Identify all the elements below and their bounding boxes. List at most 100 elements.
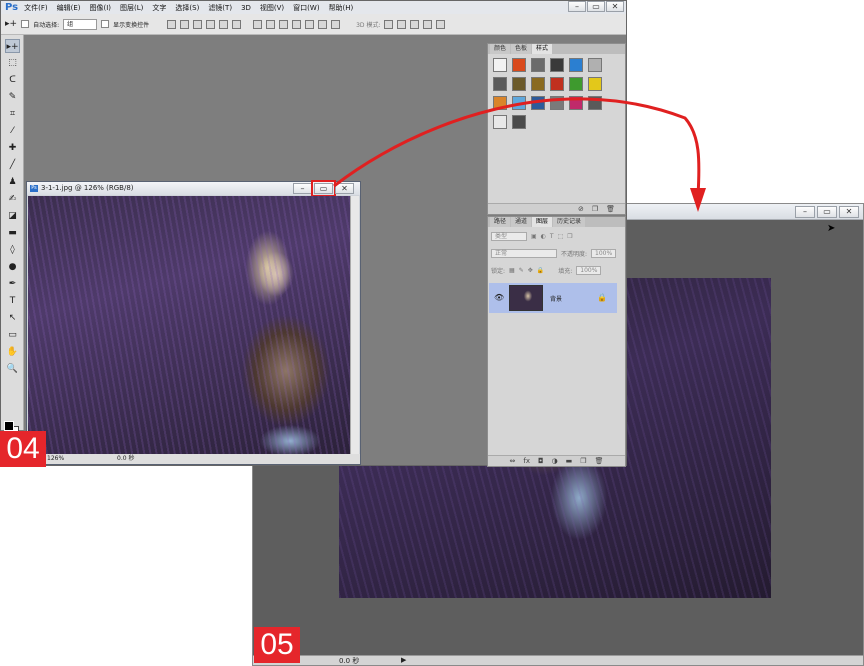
3d-pan-icon[interactable] [410,19,420,29]
vertical-scrollbar[interactable] [350,196,359,456]
menu-type[interactable]: 文字 [152,3,166,13]
layer-row-background[interactable]: 👁 背景 🔒 [489,283,617,313]
move-tool-icon[interactable]: ▸+ [5,39,20,53]
layer-name[interactable]: 背景 [550,294,562,303]
style-swatch[interactable] [569,96,583,110]
brush-tool-icon[interactable]: ╱ [5,158,20,172]
distribute-left-icon[interactable] [292,19,302,29]
fx-icon[interactable]: fx [523,457,530,465]
style-swatch[interactable] [493,115,507,129]
align-bottom-icon[interactable] [193,19,203,29]
zoom-level[interactable]: 126% [47,454,64,464]
style-swatch[interactable] [569,77,583,91]
lock-pixels-icon[interactable]: ✎ [519,267,524,274]
3d-rotate-icon[interactable] [384,19,394,29]
style-swatch[interactable] [588,77,602,91]
style-swatch[interactable] [512,96,526,110]
align-right-icon[interactable] [232,19,242,29]
link-layers-icon[interactable]: ⇔ [510,457,516,465]
zoom-tool-icon[interactable]: 🔍 [5,362,20,376]
menu-help[interactable]: 帮助(H) [329,3,354,13]
menu-window[interactable]: 窗口(W) [293,3,319,13]
style-swatch[interactable] [531,96,545,110]
hand-tool-icon[interactable]: ✋ [5,345,20,359]
menu-3d[interactable]: 3D [241,4,251,12]
shape-tool-icon[interactable]: ▭ [5,328,20,342]
delete-layer-icon[interactable]: 🗑 [595,457,604,465]
style-swatch[interactable] [588,58,602,72]
align-middle-icon[interactable] [180,19,190,29]
doc-minimize-button[interactable]: – [293,183,312,194]
3d-roll-icon[interactable] [397,19,407,29]
auto-align-icon[interactable] [331,19,341,29]
doc-close-button[interactable]: ✕ [335,183,354,194]
minimize-button[interactable]: – [795,206,815,218]
type-tool-icon[interactable]: T [5,294,20,308]
tab-color[interactable]: 颜色 [490,44,511,54]
style-swatch[interactable] [493,77,507,91]
new-group-icon[interactable]: ▬ [566,457,573,465]
filter-type-icon[interactable]: T [550,233,554,240]
path-select-tool-icon[interactable]: ↖ [5,311,20,325]
menu-view[interactable]: 视图(V) [260,3,284,13]
tab-styles[interactable]: 样式 [532,44,553,54]
move-tool-icon[interactable]: ▸+ [5,19,17,29]
distribute-middle-icon[interactable] [266,19,276,29]
restore-button[interactable]: ▭ [817,206,837,218]
style-swatch[interactable] [569,58,583,72]
eraser-tool-icon[interactable]: ◪ [5,209,20,223]
foreground-color-swatch[interactable] [4,421,14,431]
tab-layers[interactable]: 图层 [532,217,553,227]
style-swatch[interactable] [493,58,507,72]
3d-slide-icon[interactable] [423,19,433,29]
status-arrow-icon[interactable]: ▶ [401,656,406,664]
distribute-bottom-icon[interactable] [279,19,289,29]
clear-style-icon[interactable]: ⊘ [578,205,584,213]
distribute-right-icon[interactable] [318,19,328,29]
style-swatch[interactable] [531,77,545,91]
image-canvas[interactable] [28,196,351,456]
add-mask-icon[interactable]: ◘ [538,457,544,465]
gradient-tool-icon[interactable]: ▬ [5,226,20,240]
menu-image[interactable]: 图像(I) [90,3,112,13]
filter-adjust-icon[interactable]: ◐ [541,233,546,240]
menu-filter[interactable]: 滤镜(T) [208,3,232,13]
style-swatch[interactable] [550,77,564,91]
history-brush-tool-icon[interactable]: ✍ [5,192,20,206]
style-swatch[interactable] [550,96,564,110]
dodge-tool-icon[interactable]: ● [5,260,20,274]
style-swatch[interactable] [512,77,526,91]
crop-tool-icon[interactable]: ⌗ [5,107,20,121]
healing-tool-icon[interactable]: ✚ [5,141,20,155]
auto-select-checkbox[interactable] [21,20,30,28]
layer-filter-dropdown[interactable]: 类型 [491,232,527,241]
blend-mode-dropdown[interactable]: 正常 [491,249,557,258]
fill-input[interactable]: 100% [576,266,602,275]
new-layer-icon[interactable]: ❐ [580,457,586,465]
blur-tool-icon[interactable]: ◊ [5,243,20,257]
tab-history[interactable]: 历史记录 [553,217,586,227]
align-center-icon[interactable] [219,19,229,29]
menu-edit[interactable]: 编辑(E) [57,3,81,13]
style-swatch[interactable] [531,58,545,72]
visibility-eye-icon[interactable]: 👁 [494,293,504,302]
opacity-input[interactable]: 100% [591,249,617,258]
show-transform-checkbox[interactable] [101,20,110,28]
eyedropper-tool-icon[interactable]: ⁄ [5,124,20,138]
new-style-icon[interactable]: ❐ [592,205,598,213]
close-button[interactable]: ✕ [839,206,859,218]
style-swatch[interactable] [493,96,507,110]
app-close-button[interactable]: ✕ [606,1,624,12]
lock-transparency-icon[interactable]: ▦ [509,267,515,274]
style-swatch[interactable] [588,96,602,110]
menu-layer[interactable]: 图层(L) [120,3,143,13]
stamp-tool-icon[interactable]: ♟ [5,175,20,189]
style-swatch[interactable] [512,58,526,72]
filter-shape-icon[interactable]: ⬚ [558,233,564,240]
style-swatch[interactable] [550,58,564,72]
lock-position-icon[interactable]: ✥ [528,267,533,274]
tab-channels[interactable]: 通道 [511,217,532,227]
filter-pixel-icon[interactable]: ▣ [531,233,537,240]
style-swatch[interactable] [512,115,526,129]
doc-restore-button[interactable]: ▭ [311,180,336,197]
